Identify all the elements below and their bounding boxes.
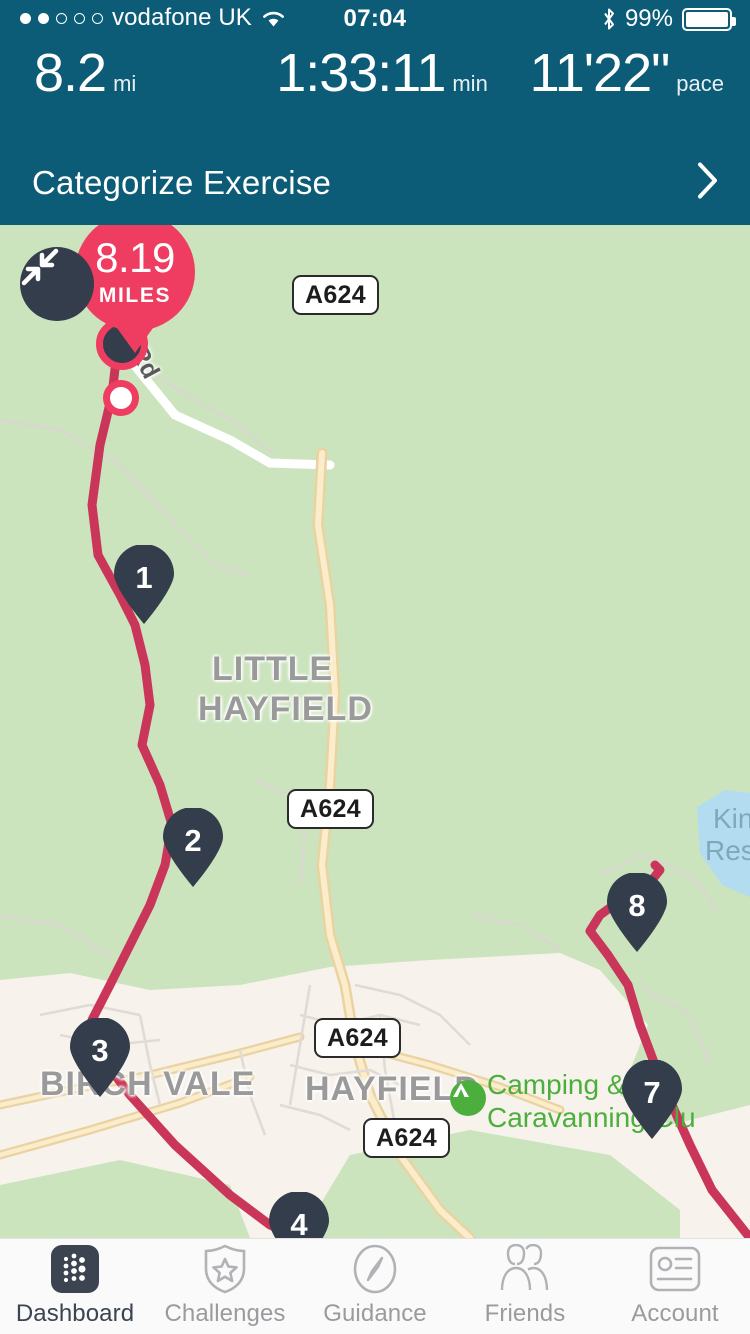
collapse-map-button[interactable]	[20, 247, 94, 321]
stat-pace-value: 11'22"	[530, 46, 670, 100]
mile-pin-8-label: 8	[606, 888, 668, 924]
water-label-line1: Kin	[713, 803, 750, 835]
stat-duration-unit: min	[452, 71, 487, 97]
exercise-stats: 8.2 mi 1:33:11 min 11'22" pace	[0, 46, 750, 114]
tab-friends-label: Friends	[485, 1300, 566, 1328]
tab-account-label: Account	[631, 1300, 718, 1328]
water-label-line2: Rese	[705, 835, 750, 867]
tab-guidance-label: Guidance	[323, 1300, 427, 1328]
road-shield-a624: A624	[292, 275, 379, 315]
tab-challenges-label: Challenges	[164, 1300, 285, 1328]
mile-pin-4[interactable]: 4	[268, 1192, 330, 1238]
route-map[interactable]: A624 A624 A624 A624 LITTLE HAYFIELD HAYF…	[0, 225, 750, 1238]
mile-pin-8[interactable]: 8	[606, 873, 668, 953]
star-shield-icon	[202, 1245, 248, 1293]
mile-pin-7[interactable]: 7	[621, 1060, 683, 1140]
id-card-icon	[649, 1245, 701, 1293]
status-bar: vodafone UK 07:04 99%	[0, 0, 750, 40]
route-start-marker	[103, 380, 139, 416]
people-icon	[497, 1245, 553, 1293]
status-bar-right: 99%	[602, 5, 732, 33]
exercise-header: vodafone UK 07:04 99% 8.2 mi	[0, 0, 750, 225]
compass-icon	[352, 1245, 398, 1293]
tab-friends[interactable]: Friends	[450, 1239, 600, 1334]
mile-pin-3[interactable]: 3	[69, 1018, 131, 1098]
poi-label-line1: Camping &	[487, 1070, 626, 1099]
tab-guidance[interactable]: Guidance	[300, 1239, 450, 1334]
stat-pace-unit: pace	[676, 71, 724, 97]
stat-distance-unit: mi	[113, 71, 136, 97]
bluetooth-icon	[602, 8, 616, 30]
stat-duration: 1:33:11 min	[262, 46, 496, 114]
distance-badge-value: 8.19	[95, 237, 175, 279]
tab-dashboard-label: Dashboard	[16, 1300, 134, 1328]
distance-badge-unit: MILES	[99, 284, 171, 308]
tab-challenges[interactable]: Challenges	[150, 1239, 300, 1334]
mile-pin-7-label: 7	[621, 1075, 683, 1111]
stat-distance-value: 8.2	[34, 46, 106, 100]
tab-account[interactable]: Account	[600, 1239, 750, 1334]
mile-pin-2[interactable]: 2	[162, 808, 224, 888]
stat-duration-value: 1:33:11	[276, 46, 445, 100]
mile-pin-1-label: 1	[113, 560, 175, 596]
mile-pin-2-label: 2	[162, 823, 224, 859]
fitbit-dots-icon	[51, 1245, 99, 1293]
stat-pace: 11'22" pace	[496, 46, 750, 114]
mile-pin-4-label: 4	[268, 1207, 330, 1238]
tab-dashboard[interactable]: Dashboard	[0, 1239, 150, 1334]
tent-icon	[450, 1080, 486, 1116]
road-shield-a624: A624	[363, 1118, 450, 1158]
stat-distance: 8.2 mi	[0, 46, 262, 114]
bottom-tab-bar: Dashboard Challenges Guidance	[0, 1238, 750, 1334]
road-shield-a624: A624	[314, 1018, 401, 1058]
battery-icon	[682, 8, 732, 31]
categorize-exercise-row[interactable]: Categorize Exercise	[0, 140, 750, 225]
road-shield-a624: A624	[287, 789, 374, 829]
battery-percentage: 99%	[625, 5, 673, 33]
chevron-right-icon	[696, 160, 720, 205]
mile-pin-3-label: 3	[69, 1033, 131, 1069]
mile-pin-1[interactable]: 1	[113, 545, 175, 625]
categorize-exercise-label: Categorize Exercise	[32, 164, 331, 202]
